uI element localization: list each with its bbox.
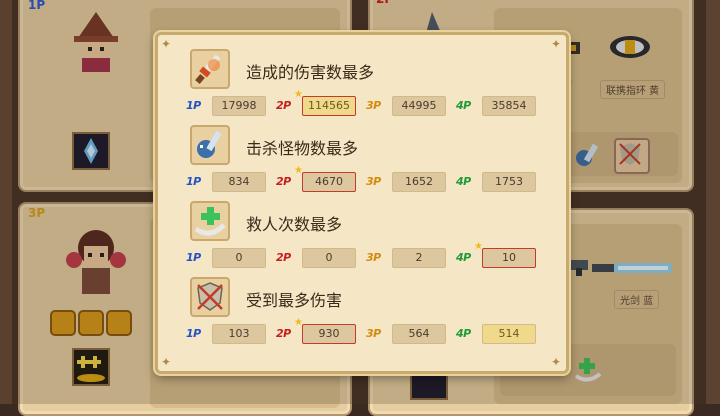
value-4p: 514	[482, 324, 536, 344]
value-1p: 17998	[212, 96, 266, 116]
kill-icon	[190, 125, 230, 165]
corner-ornament-tr: ✦	[551, 37, 562, 51]
stat-title: 造成的伤害数最多	[246, 63, 375, 82]
ring-icon	[608, 32, 652, 62]
buff-icon-2[interactable]	[78, 310, 104, 336]
player-label-1p: 1P	[186, 327, 201, 340]
value-3p: 564	[392, 324, 446, 344]
player-label-4p: 4P	[456, 99, 471, 112]
ring-label: 联携指环 黄	[600, 80, 666, 99]
value-3p: 2	[392, 248, 446, 268]
rescue-icon	[190, 201, 230, 241]
weapon-label: 光剑 蓝	[614, 290, 660, 309]
sword-icon	[190, 49, 230, 89]
stat-values-row: 1P 0 2P 0 3P 2 4P ★ 10	[186, 241, 546, 268]
player-label-3p: 3P	[366, 175, 381, 188]
player-label-4p: 4P	[456, 327, 471, 340]
player-label-1p: 1P	[186, 99, 201, 112]
player-label-4p: 4P	[456, 251, 471, 264]
player-label-1p: 1P	[186, 251, 201, 264]
witch-character-sprite	[68, 12, 124, 74]
player-label-4p: 4P	[456, 175, 471, 188]
stat-title: 救人次数最多	[246, 215, 343, 234]
value-1p: 0	[212, 248, 266, 268]
warrior-character-sprite	[64, 228, 128, 298]
left-edge	[0, 0, 12, 404]
game-stats-popup: ✦ ✦ ✦ ✦ 造成的伤害数最多 1P 17998 2P ★ 114565 3P…	[155, 32, 569, 374]
stat-title: 击杀怪物数最多	[246, 139, 359, 158]
value-2p: 114565	[302, 96, 356, 116]
value-2p: 0	[302, 248, 356, 268]
stat-values-row: 1P 834 2P ★ 4670 3P 1652 4P 1753	[186, 165, 546, 192]
stat-values-row: 1P 17998 2P ★ 114565 3P 44995 4P 35854	[186, 89, 546, 116]
buff-icon-3[interactable]	[106, 310, 132, 336]
player-label-2p: 2P	[276, 327, 291, 340]
value-4p: 1753	[482, 172, 536, 192]
player-label-3p: 3P	[366, 327, 381, 340]
player-label-2p: 2P	[276, 251, 291, 264]
player-label-2p: 2P	[276, 99, 291, 112]
player-label-2p: 2P	[276, 175, 291, 188]
value-3p: 1652	[392, 172, 446, 192]
rescue-skill-icon[interactable]	[574, 356, 602, 384]
buff-icon-1[interactable]	[50, 310, 76, 336]
value-4p: 35854	[482, 96, 536, 116]
player-tag-3: 3P	[28, 206, 46, 220]
stat-monsters-killed: 击杀怪物数最多 1P 834 2P ★ 4670 3P 1652 4P 1753	[186, 125, 546, 201]
player-tag-1: 1P	[28, 0, 46, 12]
value-1p: 834	[212, 172, 266, 192]
player-label-3p: 3P	[366, 99, 381, 112]
value-1p: 103	[212, 324, 266, 344]
right-edge	[706, 0, 720, 404]
value-3p: 44995	[392, 96, 446, 116]
value-2p: 4670	[302, 172, 356, 192]
player-label-3p: 3P	[366, 251, 381, 264]
kill-skill-icon[interactable]	[572, 140, 602, 170]
skill-slot-3[interactable]	[72, 348, 110, 386]
lightsaber-icon	[592, 260, 672, 274]
value-4p: 10	[482, 248, 536, 268]
player-label-1p: 1P	[186, 175, 201, 188]
skill-slot-1[interactable]	[72, 132, 110, 170]
corner-ornament-bl: ✦	[161, 355, 172, 369]
stat-damage-taken: 受到最多伤害 1P 103 2P ★ 930 3P 564 4P 514	[186, 277, 546, 353]
stat-title: 受到最多伤害	[246, 291, 343, 310]
shield-skill-icon[interactable]	[614, 138, 650, 174]
stat-values-row: 1P 103 2P ★ 930 3P 564 4P 514	[186, 317, 546, 344]
value-2p: 930	[302, 324, 356, 344]
corner-ornament-br: ✦	[551, 355, 562, 369]
stat-rescues: 救人次数最多 1P 0 2P 0 3P 2 4P ★ 10	[186, 201, 546, 277]
player-tag-2: 2P	[376, 0, 393, 6]
corner-ornament-tl: ✦	[161, 37, 172, 51]
shield-icon	[190, 277, 230, 317]
stat-damage-dealt: 造成的伤害数最多 1P 17998 2P ★ 114565 3P 44995 4…	[186, 49, 546, 125]
